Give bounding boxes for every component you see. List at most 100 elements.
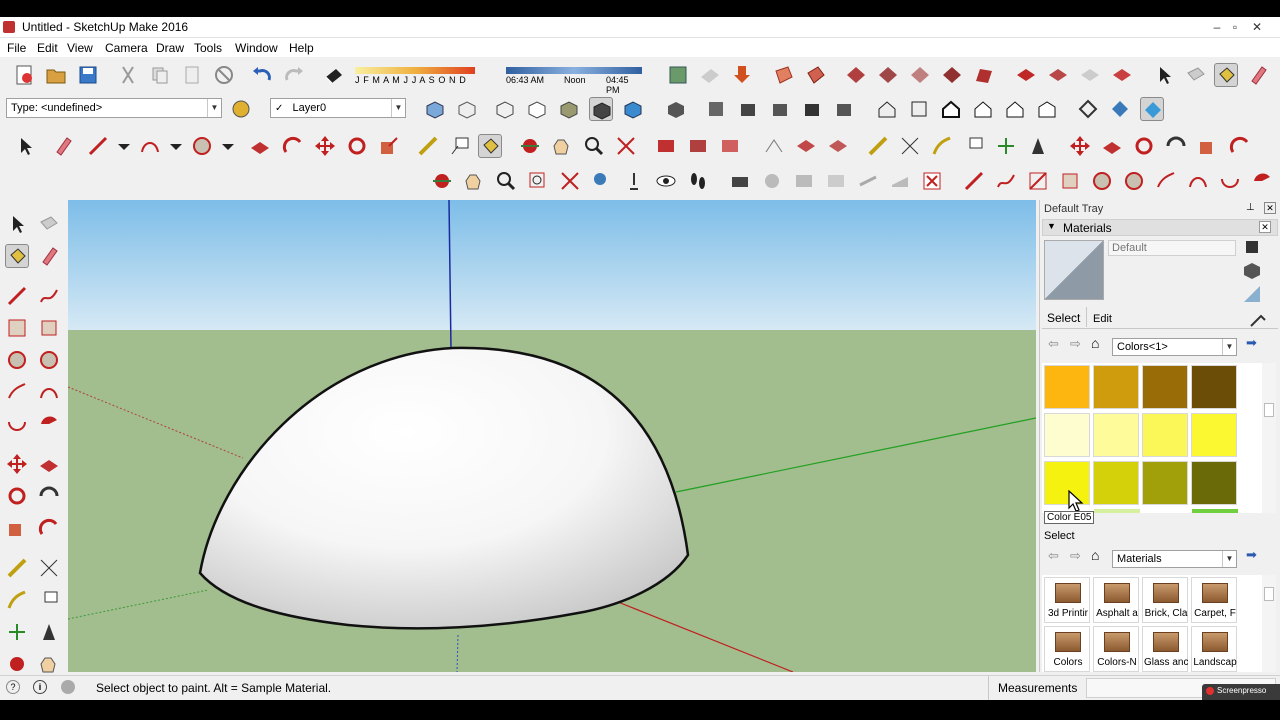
menu-draw[interactable]: Draw [156,41,184,55]
left-eraser-icon[interactable] [37,244,61,268]
draw-line-icon[interactable] [962,169,986,193]
back-arrow-2-icon[interactable]: ⇦ [1048,548,1059,564]
zoom-extents-2-icon[interactable] [558,169,582,193]
library-scrollbar[interactable] [1262,575,1276,672]
left-pan-icon[interactable] [37,652,61,676]
back-view-icon[interactable] [800,97,824,121]
rectangle-icon[interactable] [1026,169,1050,193]
2-point-arc-icon[interactable] [1186,169,1210,193]
axes-tool-icon[interactable] [930,134,954,158]
menu-tools[interactable]: Tools [194,41,222,55]
erase-icon[interactable] [212,63,236,87]
drawing-viewport[interactable] [68,200,1036,672]
walk-2-icon[interactable] [686,169,710,193]
color-swatch[interactable] [1044,413,1090,457]
material-name-field[interactable]: Default [1108,240,1236,256]
house-left-icon[interactable] [1035,97,1059,121]
left-3d-text-icon[interactable] [37,620,61,644]
left-paint-bucket-icon[interactable] [5,244,29,268]
follow-me-icon[interactable] [281,134,305,158]
hidden-line-icon[interactable] [525,97,549,121]
menu-view[interactable]: View [67,41,93,55]
zoom-extents-icon[interactable] [614,134,638,158]
undo-icon[interactable] [250,63,274,87]
arc-dropdown-icon[interactable] [164,134,188,158]
library-select[interactable]: Materials ▼ [1112,550,1237,568]
left-3-point-arc-icon[interactable] [5,412,29,436]
details-arrow-icon[interactable]: ➡ [1246,335,1257,351]
left-offset-icon[interactable] [37,516,61,540]
color-swatch[interactable] [1191,413,1237,457]
previous-view-icon[interactable] [590,169,614,193]
3d-text-a-icon[interactable] [1026,134,1050,158]
library-folder[interactable]: 3d Printir [1044,577,1090,623]
house-back-icon[interactable] [1003,97,1027,121]
left-circle-icon[interactable] [5,348,29,372]
advanced-camera-2-icon[interactable] [792,169,816,193]
shadows-toggle-icon[interactable] [322,63,346,87]
color-swatch[interactable] [1191,365,1237,409]
section-display-icon[interactable] [804,63,828,87]
menu-edit[interactable]: Edit [37,41,58,55]
new-file-icon[interactable] [12,63,36,87]
zoom-window-icon[interactable] [526,169,550,193]
left-text-icon[interactable] [37,588,61,612]
top-view-icon[interactable] [704,97,728,121]
right-view-icon[interactable] [768,97,792,121]
3d-warehouse-icon[interactable] [940,63,964,87]
color-swatch[interactable] [1191,461,1237,505]
advanced-camera-4-icon[interactable] [856,169,880,193]
stamp-icon[interactable] [1110,63,1134,87]
shape-dropdown-icon[interactable] [216,134,240,158]
clear-camera-icon[interactable] [920,169,944,193]
text-tool-icon[interactable] [448,134,472,158]
position-camera-icon[interactable] [1076,97,1100,121]
tab-edit[interactable]: Edit [1093,313,1112,325]
zoom-icon[interactable] [582,134,606,158]
left-rectangle-icon[interactable] [5,316,29,340]
forward-arrow-icon[interactable]: ⇨ [1070,336,1081,352]
toggle-terrain-icon[interactable] [698,63,722,87]
solid-tools-icon[interactable] [654,134,678,158]
advanced-camera-1-icon[interactable] [760,169,784,193]
left-orbit-icon[interactable] [5,652,29,676]
tray-close-icon[interactable]: ✕ [1264,202,1276,214]
color-swatch[interactable] [1093,461,1139,505]
back-arrow-icon[interactable]: ⇦ [1048,336,1059,352]
default-material-icon[interactable] [1240,282,1260,302]
menu-window[interactable]: Window [235,41,278,55]
paint-bucket-icon[interactable] [1214,63,1238,87]
forward-arrow-2-icon[interactable]: ⇨ [1070,548,1081,564]
protractor-icon[interactable] [898,134,922,158]
left-push-pull-icon[interactable] [37,452,61,476]
house-right-icon[interactable] [971,97,995,121]
left-tape-measure-icon[interactable] [5,556,29,580]
left-pie-icon[interactable] [37,412,61,436]
sandbox-scratch-icon[interactable] [1046,63,1070,87]
rotated-rectangle-icon[interactable] [1058,169,1082,193]
scale-tool-icon[interactable] [377,134,401,158]
maximize-button[interactable]: ▫ [1226,19,1244,35]
left-move-icon[interactable] [5,452,29,476]
home-icon[interactable]: ⌂ [1091,335,1099,351]
left-component-icon[interactable] [37,212,61,236]
cut-icon[interactable] [116,63,140,87]
house-front-icon[interactable] [939,97,963,121]
monochrome-icon[interactable] [621,97,645,121]
arc-icon[interactable] [1154,169,1178,193]
sandbox-from-contours-icon[interactable] [762,134,786,158]
library-folder[interactable]: Asphalt a [1093,577,1139,623]
orbit-icon[interactable] [518,134,542,158]
rotate-red-icon[interactable] [1132,134,1156,158]
left-select-icon[interactable] [5,212,29,236]
minimize-button[interactable]: – [1208,19,1226,35]
line-tool-icon[interactable] [86,134,110,158]
left-polygon-icon[interactable] [37,348,61,372]
pie-icon[interactable] [1250,169,1274,193]
house-iso-icon[interactable] [875,97,899,121]
xray-icon[interactable] [423,97,447,121]
look-around-2-icon[interactable] [654,169,678,193]
collection-select[interactable]: Colors<1> ▼ [1112,338,1237,356]
color-swatch[interactable] [1093,365,1139,409]
get-photo-texture-icon[interactable] [844,63,868,87]
